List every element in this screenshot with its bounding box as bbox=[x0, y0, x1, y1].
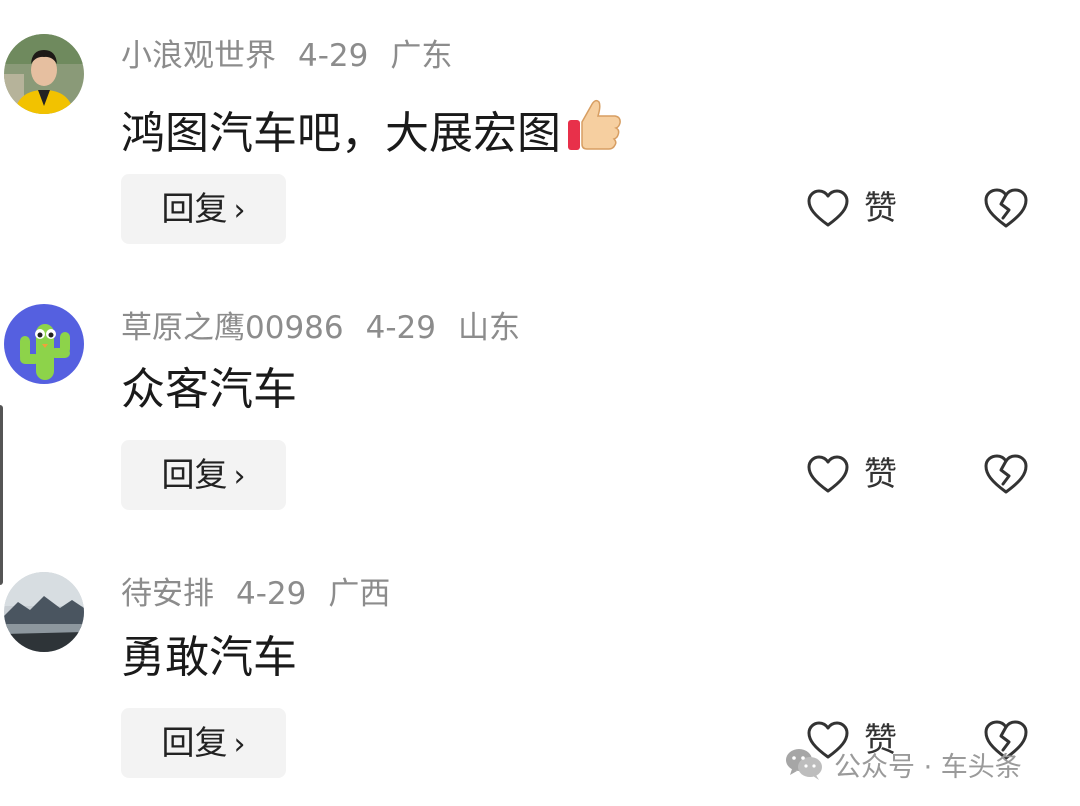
comment-item: 小浪观世界 4-29 广东 鸿图汽车吧，大展宏图 回复 › 赞 bbox=[0, 0, 1080, 266]
comment-date: 4-29 bbox=[298, 38, 369, 74]
reply-button[interactable]: 回复 › bbox=[121, 708, 286, 778]
reply-button[interactable]: 回复 › bbox=[121, 440, 286, 510]
avatar[interactable] bbox=[4, 34, 84, 114]
comment-text: 鸿图汽车吧，大展宏图 bbox=[121, 94, 625, 168]
like-button[interactable]: 赞 bbox=[806, 450, 897, 498]
comment-meta: 待安排 4-29 广西 bbox=[121, 574, 412, 614]
heart-outline-icon bbox=[807, 455, 849, 493]
comment-meta: 小浪观世界 4-29 广东 bbox=[121, 36, 474, 76]
comment-text-content: 众客汽车 bbox=[121, 364, 297, 415]
comment-text: 众客汽车 bbox=[121, 362, 297, 418]
comment-location: 广西 bbox=[328, 576, 391, 612]
dislike-button[interactable] bbox=[982, 452, 1030, 496]
username[interactable]: 小浪观世界 bbox=[121, 38, 276, 74]
chevron-right-icon: › bbox=[233, 727, 246, 762]
thumbs-up-icon bbox=[565, 94, 625, 168]
chevron-right-icon: › bbox=[233, 459, 246, 494]
like-button[interactable]: 赞 bbox=[806, 184, 897, 232]
wechat-icon bbox=[786, 749, 822, 780]
username[interactable]: 待安排 bbox=[121, 576, 214, 612]
comment-date: 4-29 bbox=[365, 310, 436, 346]
reply-label: 回复 bbox=[161, 189, 228, 228]
reply-button[interactable]: 回复 › bbox=[121, 174, 286, 244]
chevron-right-icon: › bbox=[233, 193, 246, 228]
reply-label: 回复 bbox=[161, 455, 228, 494]
comment-text-content: 勇敢汽车 bbox=[121, 632, 297, 683]
watermark: 公众号 · 车头条 bbox=[784, 744, 1022, 784]
like-label: 赞 bbox=[864, 188, 897, 227]
reply-label: 回复 bbox=[161, 723, 228, 762]
dislike-button[interactable] bbox=[982, 186, 1030, 230]
comment-text-content: 鸿图汽车吧，大展宏图 bbox=[121, 108, 561, 159]
broken-heart-icon bbox=[984, 188, 1028, 228]
watermark-text: 公众号 · 车头条 bbox=[834, 751, 1022, 783]
avatar[interactable] bbox=[4, 304, 84, 384]
avatar[interactable] bbox=[4, 572, 84, 652]
like-label: 赞 bbox=[864, 454, 897, 493]
comment-location: 广东 bbox=[390, 38, 453, 74]
comment-text: 勇敢汽车 bbox=[121, 630, 297, 686]
comment-date: 4-29 bbox=[236, 576, 307, 612]
broken-heart-icon bbox=[984, 454, 1028, 494]
heart-outline-icon bbox=[807, 189, 849, 227]
comment-item: 草原之鹰00986 4-29 山东 众客汽车 回复 › 赞 bbox=[0, 268, 1080, 534]
comment-location: 山东 bbox=[457, 310, 520, 346]
username[interactable]: 草原之鹰00986 bbox=[121, 310, 344, 346]
comment-meta: 草原之鹰00986 4-29 山东 bbox=[121, 308, 542, 348]
